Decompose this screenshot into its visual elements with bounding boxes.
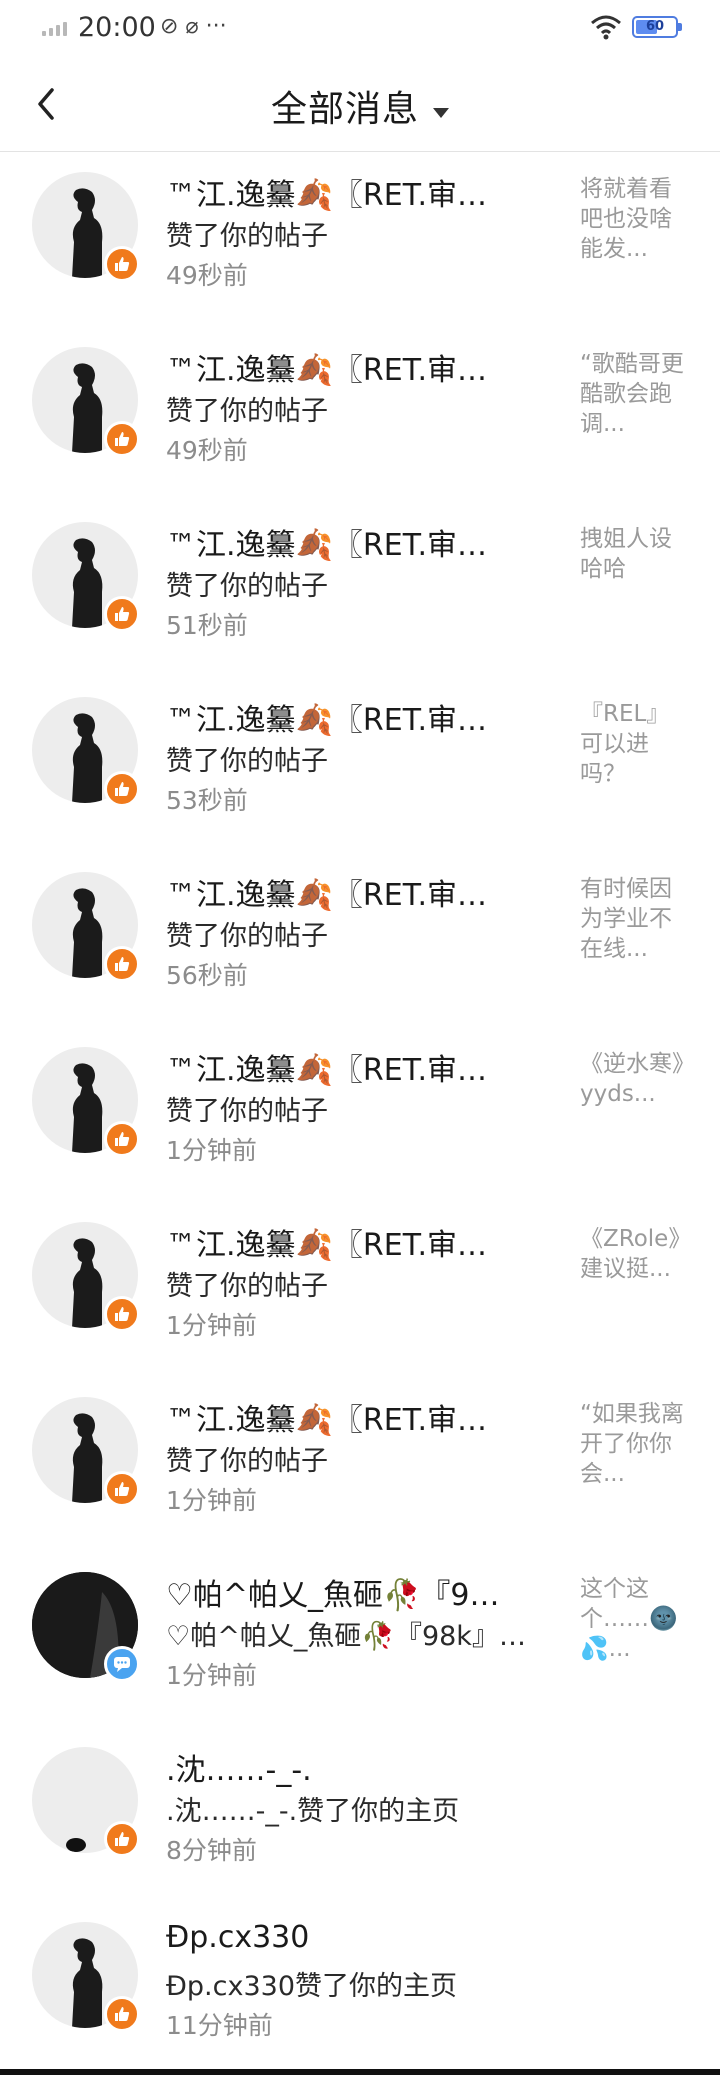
signal-icon bbox=[42, 20, 70, 36]
post-preview[interactable]: 《逆水寒》yyds... bbox=[580, 1049, 690, 1109]
action-text: 赞了你的帖子 bbox=[166, 1096, 328, 1127]
post-preview[interactable]: 这个这个……🌚💦... bbox=[580, 1574, 690, 1664]
action-text: ♡帕^帕乂_魚砸🥀『98k』… bbox=[166, 1621, 526, 1652]
user-name[interactable]: ™江.逸䵵🍂〖RET.审… bbox=[166, 345, 546, 389]
action-text: Ɖp.cx330赞了你的主页 bbox=[166, 1971, 458, 2002]
user-name[interactable]: ♡帕^帕乂_魚砸🥀『9… bbox=[166, 1570, 546, 1614]
like-badge-icon bbox=[104, 421, 140, 457]
like-badge-icon bbox=[104, 1296, 140, 1332]
notification-item[interactable]: .沈……-_-. .沈……-_-.赞了你的主页 8分钟前 bbox=[0, 1727, 720, 1902]
action-text: 赞了你的帖子 bbox=[166, 1271, 328, 1302]
notification-item[interactable]: ™江.逸䵵🍂〖RET.审… 赞了你的帖子 49秒前 将就着看吧也没啥能发... bbox=[0, 152, 720, 327]
bottom-bar bbox=[0, 2069, 720, 2075]
notification-item[interactable]: ™江.逸䵵🍂〖RET.审… 赞了你的帖子 1分钟前 《ZRole》建议挺... bbox=[0, 1202, 720, 1377]
battery-icon: 60 bbox=[632, 16, 682, 38]
timestamp: 1分钟前 bbox=[166, 1486, 257, 1515]
timestamp: 56秒前 bbox=[166, 961, 248, 990]
user-name[interactable]: ™江.逸䵵🍂〖RET.审… bbox=[166, 520, 546, 564]
page-title: 全部消息 bbox=[270, 89, 419, 130]
user-name[interactable]: ™江.逸䵵🍂〖RET.审… bbox=[166, 170, 546, 214]
post-preview[interactable]: “歌酷哥更酷歌会跑调... bbox=[580, 349, 690, 439]
notification-item[interactable]: ™江.逸䵵🍂〖RET.审… 赞了你的帖子 49秒前 “歌酷哥更酷歌会跑调... bbox=[0, 327, 720, 502]
timestamp: 49秒前 bbox=[166, 261, 248, 290]
like-badge-icon bbox=[104, 1821, 140, 1857]
like-badge-icon bbox=[104, 1121, 140, 1157]
post-preview[interactable]: 拽姐人设哈哈 bbox=[580, 524, 690, 584]
header: 全部消息 bbox=[0, 56, 720, 152]
post-preview[interactable]: 『REL』可以进吗？ bbox=[580, 699, 690, 789]
action-text: 赞了你的帖子 bbox=[166, 571, 328, 602]
status-time: 20:00 bbox=[78, 12, 156, 43]
post-preview[interactable]: 《ZRole》建议挺... bbox=[580, 1224, 690, 1284]
notification-item[interactable]: ™江.逸䵵🍂〖RET.审… 赞了你的帖子 1分钟前 《逆水寒》yyds... bbox=[0, 1027, 720, 1202]
timestamp: 1分钟前 bbox=[166, 1661, 257, 1690]
action-text: 赞了你的帖子 bbox=[166, 1446, 328, 1477]
timestamp: 1分钟前 bbox=[166, 1311, 257, 1340]
post-preview[interactable]: “如果我离开了你你会... bbox=[580, 1399, 690, 1489]
timestamp: 53秒前 bbox=[166, 786, 248, 815]
user-name[interactable]: Ɖp.cx330 bbox=[166, 1920, 546, 1955]
user-name[interactable]: ™江.逸䵵🍂〖RET.审… bbox=[166, 1220, 546, 1264]
post-preview[interactable]: 将就着看吧也没啥能发... bbox=[580, 174, 690, 264]
action-text: .沈……-_-.赞了你的主页 bbox=[166, 1796, 460, 1827]
comment-badge-icon bbox=[104, 1646, 140, 1682]
like-badge-icon bbox=[104, 246, 140, 282]
timestamp: 8分钟前 bbox=[166, 1836, 257, 1865]
status-extra-icons: ⊘ ⌀ ··· bbox=[160, 14, 227, 39]
user-name[interactable]: ™江.逸䵵🍂〖RET.审… bbox=[166, 870, 546, 914]
user-name[interactable]: ™江.逸䵵🍂〖RET.审… bbox=[166, 1045, 546, 1089]
notification-item[interactable]: ™江.逸䵵🍂〖RET.审… 赞了你的帖子 51秒前 拽姐人设哈哈 bbox=[0, 502, 720, 677]
user-name[interactable]: .沈……-_-. bbox=[166, 1745, 546, 1789]
wifi-icon bbox=[590, 14, 622, 40]
title-dropdown[interactable]: 全部消息 bbox=[0, 80, 720, 132]
notification-item[interactable]: ™江.逸䵵🍂〖RET.审… 赞了你的帖子 56秒前 有时候因为学业不在线... bbox=[0, 852, 720, 1027]
action-text: 赞了你的帖子 bbox=[166, 221, 328, 252]
action-text: 赞了你的帖子 bbox=[166, 746, 328, 777]
battery-level: 60 bbox=[645, 19, 665, 34]
action-text: 赞了你的帖子 bbox=[166, 396, 328, 427]
user-name[interactable]: ™江.逸䵵🍂〖RET.审… bbox=[166, 1395, 546, 1439]
timestamp: 51秒前 bbox=[166, 611, 248, 640]
user-name[interactable]: ™江.逸䵵🍂〖RET.审… bbox=[166, 695, 546, 739]
timestamp: 49秒前 bbox=[166, 436, 248, 465]
like-badge-icon bbox=[104, 1996, 140, 2032]
notification-item[interactable]: Ɖp.cx330 Ɖp.cx330赞了你的主页 11分钟前 bbox=[0, 1902, 720, 2075]
like-badge-icon bbox=[104, 1471, 140, 1507]
notification-item[interactable]: ™江.逸䵵🍂〖RET.审… 赞了你的帖子 53秒前 『REL』可以进吗？ bbox=[0, 677, 720, 852]
notification-item[interactable]: ™江.逸䵵🍂〖RET.审… 赞了你的帖子 1分钟前 “如果我离开了你你会... bbox=[0, 1377, 720, 1552]
timestamp: 1分钟前 bbox=[166, 1136, 257, 1165]
post-preview[interactable]: 有时候因为学业不在线... bbox=[580, 874, 690, 964]
action-text: 赞了你的帖子 bbox=[166, 921, 328, 952]
notification-list: ™江.逸䵵🍂〖RET.审… 赞了你的帖子 49秒前 将就着看吧也没啥能发... ™江.逸… bbox=[0, 152, 720, 2075]
caret-down-icon bbox=[433, 107, 449, 118]
like-badge-icon bbox=[104, 596, 140, 632]
like-badge-icon bbox=[104, 946, 140, 982]
timestamp: 11分钟前 bbox=[166, 2011, 273, 2040]
notification-item[interactable]: ♡帕^帕乂_魚砸🥀『9… ♡帕^帕乂_魚砸🥀『98k』… 1分钟前 这个这个……🌚💦.… bbox=[0, 1552, 720, 1727]
like-badge-icon bbox=[104, 771, 140, 807]
status-bar: 20:00 ⊘ ⌀ ··· 60 bbox=[0, 0, 720, 56]
